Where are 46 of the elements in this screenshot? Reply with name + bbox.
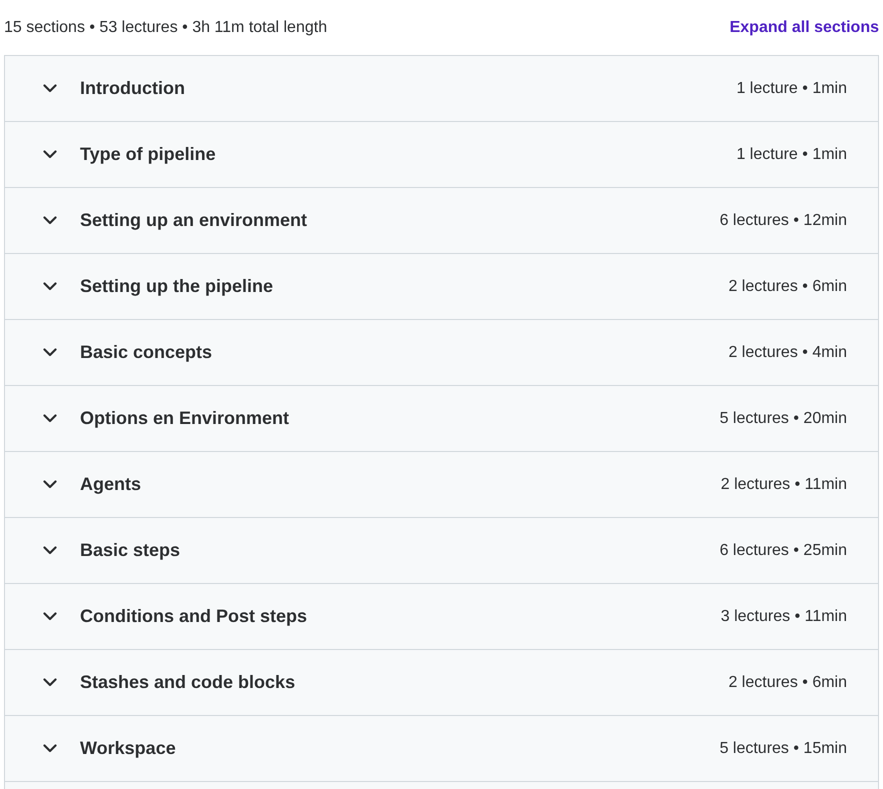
section-title: Setting up the pipeline (80, 275, 273, 298)
section-title: Conditions and Post steps (80, 605, 308, 628)
section-title: Type of pipeline (80, 143, 216, 166)
chevron-icon (43, 612, 57, 621)
section-meta: 5 lectures • 20min (720, 408, 847, 428)
section-header[interactable]: Setting up the pipeline 2 lectures • 6min (5, 254, 878, 320)
section-header[interactable]: Options en Environment 5 lectures • 20min (5, 386, 878, 452)
section-header[interactable]: Introduction 1 lecture • 1min (5, 56, 878, 122)
section-title: Stashes and code blocks (80, 671, 296, 694)
chevron-icon (43, 150, 57, 159)
chevron-icon (43, 84, 57, 93)
section-meta: 3 lectures • 11min (720, 606, 847, 626)
chevron-icon (43, 414, 57, 423)
section-title: Options en Environment (80, 407, 290, 430)
section-meta: 6 lectures • 25min (720, 540, 847, 560)
chevron-icon (43, 216, 57, 225)
section-meta: 2 lectures • 6min (728, 672, 847, 692)
section-header[interactable]: Type of pipeline 1 lecture • 1min (5, 122, 878, 188)
section-meta: 2 lectures • 6min (728, 276, 847, 296)
section-title: Workspace (80, 737, 176, 760)
chevron-icon (43, 546, 57, 555)
chevron-icon (43, 282, 57, 291)
chevron-icon (43, 480, 57, 489)
section-title: Basic steps (80, 539, 180, 562)
section-header[interactable]: Conditions and Post steps 3 lectures • 11min (5, 584, 878, 650)
chevron-icon (43, 678, 57, 687)
section-header[interactable]: Basic steps 6 lectures • 25min (5, 518, 878, 584)
section-meta: 1 lecture • 1min (736, 78, 847, 98)
section-meta: 2 lectures • 11min (720, 474, 847, 494)
section-title: Setting up an environment (80, 209, 308, 232)
section-header[interactable]: Setting up an environment 6 lectures • 12min (5, 188, 878, 254)
section-header[interactable]: Workspace 5 lectures • 15min (5, 716, 878, 782)
section-meta: 2 lectures • 4min (728, 342, 847, 362)
section-title: Basic concepts (80, 341, 212, 364)
section-header[interactable]: Stashes and code blocks 2 lectures • 6min (5, 650, 878, 716)
chevron-icon (43, 744, 57, 753)
course-summary: 15 sections • 53 lectures • 3h 11m total length (4, 18, 328, 38)
expand-all-link[interactable]: Expand all sections (730, 16, 879, 40)
section-header[interactable]: Agents 2 lectures • 11min (5, 452, 878, 518)
section-meta: 5 lectures • 15min (720, 738, 847, 758)
section-meta: 6 lectures • 12min (720, 210, 847, 230)
chevron-icon (43, 348, 57, 357)
section-title: Introduction (80, 77, 185, 100)
section-header[interactable]: Basic concepts 2 lectures • 4min (5, 320, 878, 386)
section-title: Agents (80, 473, 142, 496)
section-meta: 1 lecture • 1min (736, 144, 847, 164)
